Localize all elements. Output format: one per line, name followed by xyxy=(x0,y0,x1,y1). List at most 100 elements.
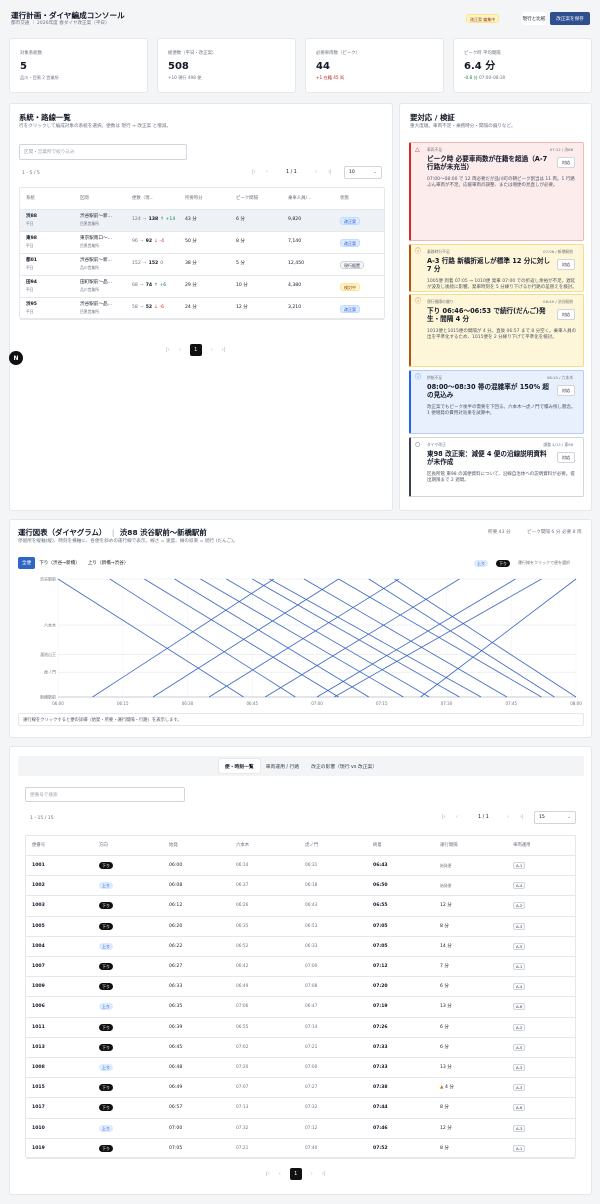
column-header[interactable]: 六本木 xyxy=(236,843,249,848)
column-header[interactable]: 系統 xyxy=(26,196,35,201)
trip-line[interactable] xyxy=(57,578,244,698)
pager-first-icon[interactable]: |‹ xyxy=(166,347,170,353)
tab-trip-list[interactable]: 便・時刻一覧 xyxy=(218,759,260,773)
trips-prev-page-icon[interactable]: ‹ xyxy=(456,815,458,820)
pager-last-icon[interactable]: ›| xyxy=(222,347,226,353)
column-header[interactable]: 虎ノ門 xyxy=(305,843,318,848)
table-row[interactable]: 1005 下り 06:20 06:35 06:53 07:05 8 分 A-3 xyxy=(26,917,575,937)
column-header[interactable]: 乗車人員/... xyxy=(288,196,311,201)
alert-action-button[interactable]: 対応 xyxy=(557,157,575,168)
trip-line[interactable] xyxy=(174,578,370,698)
trip-line[interactable] xyxy=(144,578,339,698)
table-row[interactable]: 1002 上り 06:08 06:37 06:18 06:50 始発便 A-4 xyxy=(26,876,575,897)
trips-page-size-select[interactable]: 15 ⌄ xyxy=(534,811,576,824)
trips-new: 52 xyxy=(145,305,153,310)
tab-vehicle-blocks[interactable]: 車両運用 / 行路 xyxy=(260,759,305,773)
column-header[interactable]: 状態 xyxy=(340,196,349,201)
routes-count: 1 - 5 / 5 xyxy=(22,171,40,176)
table-row[interactable]: 東98 平日 東京駅南口〜... 目黒営業所 96 → 92 ↓ -4 50 分 8 分 7,140… xyxy=(20,232,384,254)
trip-search-input[interactable]: 便番号で検索 xyxy=(25,787,185,802)
diagram-chart[interactable]: 渋谷駅前六本木溜池山王虎ノ門新橋駅前06:00 06:15 06:30 06:45 07… xyxy=(10,575,593,725)
table-row[interactable]: 1019 下り 07:05 07:21 07:40 07:52 8 分 A-1 xyxy=(26,1139,575,1159)
column-header[interactable]: 方向 xyxy=(99,843,108,848)
pager-last-icon[interactable]: ›| xyxy=(322,1171,326,1177)
table-row[interactable]: 1007 下り 06:27 06:42 07:00 07:12 7 分 A-1 xyxy=(26,957,575,978)
table-row[interactable]: 都01 平日 渋谷駅前〜新... 品川営業所 152 → 152 0 38 分5 分 12,450… xyxy=(20,254,384,276)
trip-line[interactable] xyxy=(303,578,508,698)
pager-next-icon[interactable]: › xyxy=(311,1171,313,1177)
trip-line[interactable] xyxy=(92,578,275,698)
route-filter-input[interactable]: 区間・営業所で絞り込み xyxy=(19,144,187,160)
tab-up[interactable]: 上り（新橋→渋谷） xyxy=(84,557,133,569)
alert-action-button[interactable]: 対応 xyxy=(557,452,575,463)
table-row[interactable]: 1001 下り 06:00 06:14 06:31 06:43 始発便 A-1 xyxy=(26,856,575,877)
trip-start: 06:27 xyxy=(169,964,183,969)
pager-prev-icon[interactable]: ‹ xyxy=(279,1171,281,1177)
column-header[interactable]: 始発 xyxy=(169,843,178,848)
column-header[interactable]: 所要時分 xyxy=(185,196,203,201)
compare-button[interactable]: 現行と比較 xyxy=(522,12,546,25)
trip-line[interactable] xyxy=(368,578,555,698)
pager-first-icon[interactable]: |‹ xyxy=(266,1171,270,1177)
trip-line[interactable] xyxy=(420,578,577,698)
alert-action-button[interactable]: 対応 xyxy=(557,385,575,396)
column-header[interactable]: 便番号 xyxy=(32,843,45,848)
alert-item[interactable]: ⓘ 供給不足 08:10 / 六本木 対応 08:00〜08:30 帯の混雑率が 150… xyxy=(409,370,584,434)
trip-line[interactable] xyxy=(226,578,430,698)
trip-line[interactable] xyxy=(252,578,460,698)
alert-item[interactable]: ○ ダイヤ改正 調整 4/13 / 東98 対応 東98 改正案：減便 4 便の沿線説明… xyxy=(409,437,584,497)
arrow-right-icon: → xyxy=(139,239,144,244)
page-size-select[interactable]: 10 ⌄ xyxy=(344,166,382,179)
alert-action-button[interactable]: 対応 xyxy=(557,259,575,270)
column-header[interactable]: 車両運用 xyxy=(513,843,531,848)
kpi-card-trips: 総便数（平日・改正案） 508 +10 現行 498 便 xyxy=(157,38,296,93)
table-row[interactable]: 1009 下り 06:33 06:49 07:08 07:20 6 分 A-4 xyxy=(26,977,575,998)
trips-next-page-icon[interactable]: › xyxy=(507,815,509,820)
pager-next-icon[interactable]: › xyxy=(211,347,213,353)
table-row[interactable]: 1015 下り 06:49 07:07 07:27 07:38 ▲ 4 分 A-3 xyxy=(26,1078,575,1099)
trip-line[interactable] xyxy=(264,578,460,698)
trip-line[interactable] xyxy=(109,578,296,698)
trip-interval-value: 4 分 xyxy=(445,1085,454,1091)
last-page-icon[interactable]: ›| xyxy=(328,170,332,175)
trip-end: 07:19 xyxy=(373,1004,388,1010)
tab-down[interactable]: 下り（渋谷→新橋） xyxy=(35,557,84,569)
alert-action-button[interactable]: 対応 xyxy=(557,309,575,320)
column-header[interactable]: 終着 xyxy=(373,843,382,848)
table-row[interactable]: 1008 上り 06:48 07:20 07:00 07:33 13 分 A-3 xyxy=(26,1058,575,1079)
table-row[interactable]: 1004 上り 06:22 06:52 06:33 07:05 14 分 A-5 xyxy=(26,937,575,957)
table-row[interactable]: 1006 上り 06:35 07:06 06:47 07:19 13 分 A-6 xyxy=(26,997,575,1018)
trip-vehicle: A-2 xyxy=(513,902,526,910)
table-row[interactable]: 1017 下り 06:57 07:13 07:32 07:44 8 分 A-6 xyxy=(26,1098,575,1119)
table-row[interactable]: 渋88 平日 渋谷駅前〜新... 目黒営業所 124 → 138 ↑ +14 43 分 6 分 9,… xyxy=(20,210,384,232)
table-row[interactable]: 1011 下り 06:39 06:55 07:14 07:26 6 分 A-2 xyxy=(26,1018,575,1038)
save-button[interactable]: 改正案を保存 xyxy=(550,12,590,25)
alert-item[interactable]: ⓘ 乗務時分不足 07:06 / 新橋駅前 対応 A-3 行路 新橋折返しが標準 12 … xyxy=(409,244,584,292)
table-row[interactable]: 渋95 平日 渋谷駅前〜品... 目黒営業所 58 → 52 ↓ -6 24 分 12 分 3,21… xyxy=(20,298,384,320)
trip-line[interactable] xyxy=(152,578,339,698)
trip-line[interactable] xyxy=(208,578,400,698)
table-row[interactable]: 1010 上り 07:00 07:32 07:12 07:46 12 分 A-3 xyxy=(26,1119,575,1139)
first-page-icon[interactable]: |‹ xyxy=(252,170,256,175)
pager-page-1[interactable]: 1 xyxy=(189,344,202,356)
route-code: 都01 xyxy=(26,258,37,263)
table-row[interactable]: 田94 平日 田町駅前〜品... 品川営業所 68 → 74 ↑ +6 29 分 10 分 4,38… xyxy=(20,276,384,298)
column-header[interactable]: 便数（現... xyxy=(132,196,154,201)
assistant-launcher-icon[interactable]: N xyxy=(9,351,23,365)
prev-page-icon[interactable]: ‹ xyxy=(266,170,268,175)
column-header[interactable]: 区間 xyxy=(80,196,89,201)
time-label: 06:30 xyxy=(182,701,194,706)
pager-page-1[interactable]: 1 xyxy=(289,1168,302,1180)
column-header[interactable]: ピーク間隔 xyxy=(236,196,258,201)
pager-prev-icon[interactable]: ‹ xyxy=(179,347,181,353)
table-row[interactable]: 1013 下り 06:45 07:02 07:21 07:33 6 分 A-5 xyxy=(26,1038,575,1058)
alert-item[interactable]: ⓘ 運行間隔の偏り 06:49 / 渋谷駅前 対応 下り 06:46〜06:53 で続行… xyxy=(409,294,584,367)
tab-all[interactable]: 全便 xyxy=(18,557,36,569)
column-header[interactable]: 運行間隔 xyxy=(440,843,458,848)
tab-revision-impact[interactable]: 改正の影響（現行 vs 改正案） xyxy=(305,759,383,773)
next-page-icon[interactable]: › xyxy=(315,170,317,175)
trips-first-page-icon[interactable]: |‹ xyxy=(442,815,446,820)
trips-last-page-icon[interactable]: ›| xyxy=(520,815,524,820)
table-row[interactable]: 1003 下り 06:12 06:26 06:43 06:55 12 分 A-2 xyxy=(26,896,575,917)
alert-item[interactable]: △ 車両不足 07:12 / 渋88 対応 ピーク時 必要車両数が在籍を超過（A-7 行… xyxy=(409,142,584,241)
